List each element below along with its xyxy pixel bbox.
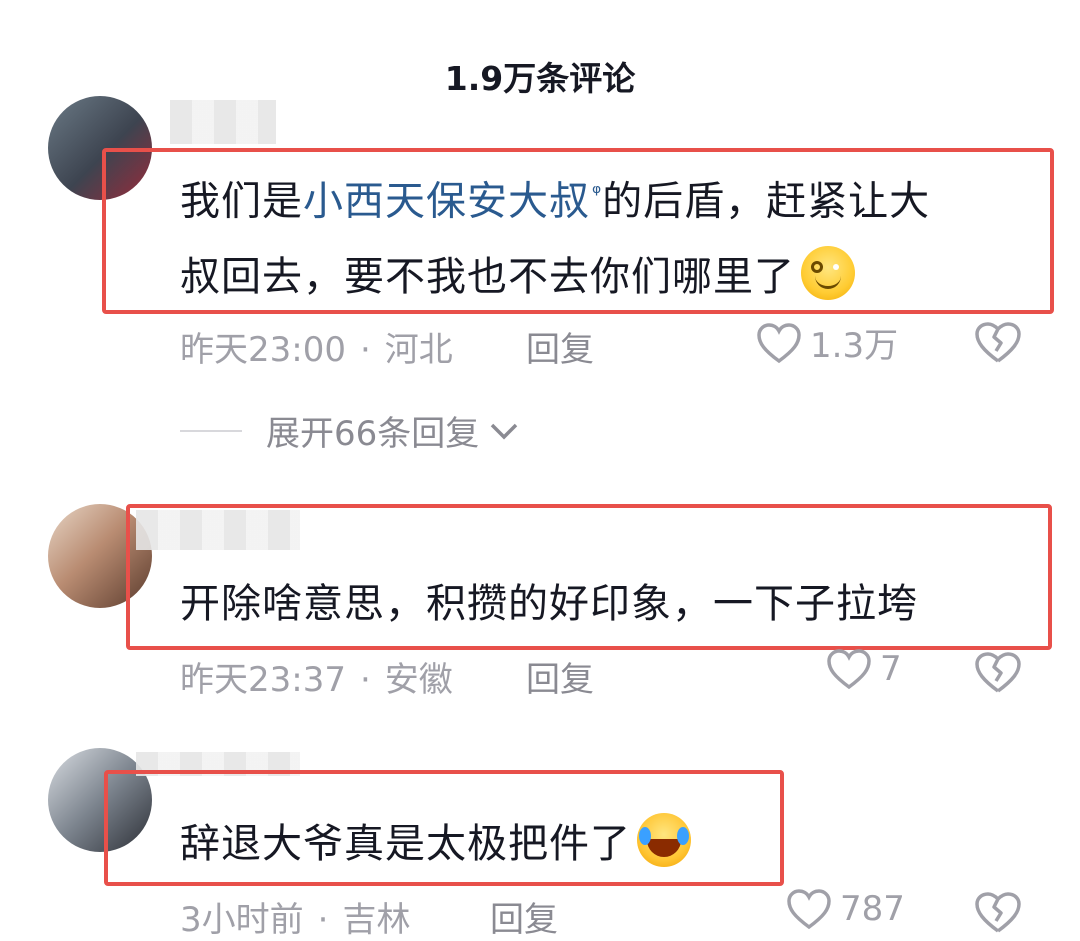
keyword-link[interactable]: 小西天保安大叔 bbox=[303, 178, 590, 224]
heart-icon bbox=[787, 889, 831, 930]
expand-replies-label: 展开66条回复 bbox=[266, 414, 480, 454]
divider-line bbox=[180, 429, 242, 432]
comment-location: 安徽 bbox=[384, 660, 453, 700]
heart-icon bbox=[757, 322, 801, 363]
reply-button[interactable]: 回复 bbox=[490, 892, 558, 941]
username-redacted bbox=[170, 100, 276, 144]
reply-button[interactable]: 回复 bbox=[526, 652, 594, 701]
comment-text-part: 叔回去，要不我也不去你们哪里了 bbox=[180, 254, 795, 301]
comment-meta: 昨天23:00 · 河北 bbox=[180, 322, 453, 371]
comment-line: 我们是小西天保安大叔ᵠ的后盾，赶紧让大 bbox=[180, 156, 1040, 239]
comment-meta: 3小时前 · 吉林 bbox=[180, 892, 410, 941]
comment-text: 辞退大爷真是太极把件了 bbox=[180, 806, 691, 882]
comment-location: 吉林 bbox=[342, 900, 411, 940]
laughing-tears-emoji-icon bbox=[637, 813, 691, 867]
comment-text: 开除啥意思，积攒的好印象，一下子拉垮 bbox=[180, 581, 918, 627]
expand-replies-button[interactable]: 展开66条回复 bbox=[180, 406, 521, 455]
reply-button[interactable]: 回复 bbox=[526, 322, 594, 371]
comment-time: 3小时前 bbox=[180, 900, 304, 940]
like-count: 787 bbox=[840, 889, 905, 929]
like-count: 7 bbox=[880, 649, 902, 689]
like-button[interactable]: 7 bbox=[826, 648, 902, 690]
comment-count-title: 1.9万条评论 bbox=[444, 59, 636, 98]
like-button[interactable]: 1.3万 bbox=[756, 318, 898, 367]
broken-heart-icon[interactable] bbox=[974, 650, 1022, 694]
comment-line: 叔回去，要不我也不去你们哪里了 bbox=[180, 239, 1040, 315]
like-count: 1.3万 bbox=[810, 326, 899, 366]
heart-icon bbox=[827, 649, 871, 690]
comment-text-part: 我们是 bbox=[180, 178, 303, 225]
comment-meta: 昨天23:37 · 安徽 bbox=[180, 652, 453, 701]
chevron-down-icon bbox=[491, 423, 518, 439]
broken-heart-icon[interactable] bbox=[974, 890, 1022, 934]
comment-text-part: 的后盾，赶紧让大 bbox=[602, 178, 931, 225]
like-button[interactable]: 787 bbox=[786, 888, 905, 930]
smile-emoji-icon bbox=[801, 246, 855, 301]
comment-location: 河北 bbox=[384, 330, 453, 370]
comment-time: 昨天23:00 bbox=[180, 330, 346, 370]
broken-heart-icon[interactable] bbox=[974, 320, 1022, 364]
comment-time: 昨天23:37 bbox=[180, 660, 346, 700]
comment-text-part: 辞退大爷真是太极把件了 bbox=[180, 821, 631, 867]
separator-dot: · bbox=[317, 900, 329, 940]
separator-dot: · bbox=[359, 330, 371, 370]
separator-dot: · bbox=[359, 660, 371, 700]
comment-text: 我们是小西天保安大叔ᵠ的后盾，赶紧让大 叔回去，要不我也不去你们哪里了 bbox=[180, 156, 1040, 315]
search-icon[interactable]: ᵠ bbox=[592, 156, 602, 232]
